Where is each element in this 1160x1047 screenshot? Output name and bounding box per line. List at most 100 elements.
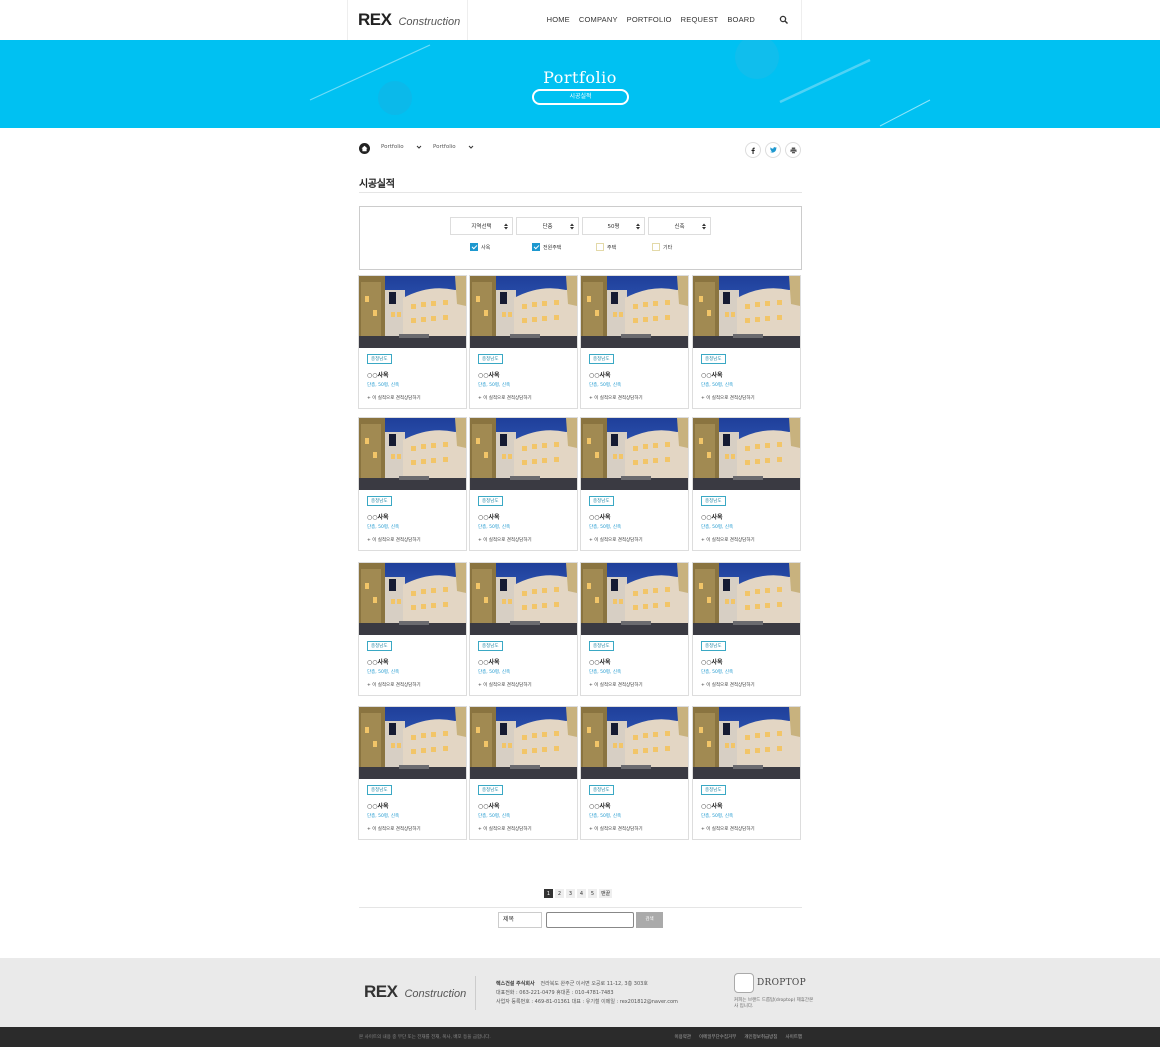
- building-photo[interactable]: [359, 276, 466, 348]
- nav-request[interactable]: REQUEST: [681, 15, 719, 24]
- floors-select[interactable]: 단층: [516, 217, 579, 235]
- estimate-link[interactable]: + 이 실적으로 견적상담하기: [701, 826, 755, 832]
- project-name[interactable]: ○○사옥: [478, 657, 500, 666]
- type-select[interactable]: 신축: [648, 217, 711, 235]
- project-name[interactable]: ○○사옥: [367, 370, 389, 379]
- building-photo[interactable]: [359, 563, 466, 635]
- region-select[interactable]: 지역선택: [450, 217, 513, 235]
- print-button[interactable]: [785, 142, 801, 158]
- building-photo[interactable]: [359, 707, 466, 779]
- checkbox-office[interactable]: [470, 243, 478, 251]
- page-1[interactable]: 1: [544, 889, 553, 898]
- project-name[interactable]: ○○사옥: [478, 801, 500, 810]
- home-icon[interactable]: [359, 143, 370, 154]
- footer-link-email-refusal[interactable]: 이메일무단수집거부: [699, 1034, 736, 1040]
- estimate-link[interactable]: + 이 실적으로 견적상담하기: [478, 682, 532, 688]
- portfolio-card[interactable]: 충청남도 ○○사옥 단층, 50평, 신축 + 이 실적으로 견적상담하기: [580, 562, 689, 696]
- check-house[interactable]: 주택: [596, 243, 616, 251]
- site-logo[interactable]: REX Construction: [358, 10, 460, 30]
- portfolio-card[interactable]: 충청남도 ○○사옥 단층, 50평, 신축 + 이 실적으로 견적상담하기: [692, 706, 801, 840]
- footer-link-privacy[interactable]: 개인정보취급방침: [744, 1034, 777, 1040]
- project-name[interactable]: ○○사옥: [701, 657, 723, 666]
- building-photo[interactable]: [470, 418, 577, 490]
- portfolio-card[interactable]: 충청남도 ○○사옥 단층, 50평, 신축 + 이 실적으로 견적상담하기: [580, 275, 689, 409]
- estimate-link[interactable]: + 이 실적으로 견적상담하기: [478, 826, 532, 832]
- building-photo[interactable]: [693, 563, 800, 635]
- nav-board[interactable]: BOARD: [727, 15, 755, 24]
- facebook-share-button[interactable]: [745, 142, 761, 158]
- project-name[interactable]: ○○사옥: [589, 512, 611, 521]
- estimate-link[interactable]: + 이 실적으로 견적상담하기: [367, 395, 421, 401]
- estimate-link[interactable]: + 이 실적으로 견적상담하기: [589, 826, 643, 832]
- footer-logo[interactable]: REX Construction: [364, 982, 466, 1002]
- page-2[interactable]: 2: [555, 889, 564, 898]
- building-photo[interactable]: [359, 418, 466, 490]
- project-name[interactable]: ○○사옥: [367, 512, 389, 521]
- portfolio-card[interactable]: 충청남도 ○○사옥 단층, 50평, 신축 + 이 실적으로 견적상담하기: [469, 417, 578, 551]
- portfolio-card[interactable]: 충청남도 ○○사옥 단층, 50평, 신축 + 이 실적으로 견적상담하기: [692, 275, 801, 409]
- building-photo[interactable]: [693, 707, 800, 779]
- portfolio-card[interactable]: 충청남도 ○○사옥 단층, 50평, 신축 + 이 실적으로 견적상담하기: [692, 562, 801, 696]
- portfolio-card[interactable]: 충청남도 ○○사옥 단층, 50평, 신축 + 이 실적으로 견적상담하기: [580, 417, 689, 551]
- breadcrumb-level1[interactable]: Portfolio: [381, 144, 422, 150]
- twitter-share-button[interactable]: [765, 142, 781, 158]
- search-field-select[interactable]: 제목: [498, 912, 542, 928]
- estimate-link[interactable]: + 이 실적으로 견적상담하기: [589, 395, 643, 401]
- portfolio-card[interactable]: 충청남도 ○○사옥 단층, 50평, 신축 + 이 실적으로 견적상담하기: [580, 706, 689, 840]
- estimate-link[interactable]: + 이 실적으로 견적상담하기: [701, 395, 755, 401]
- building-photo[interactable]: [693, 418, 800, 490]
- search-input[interactable]: [546, 912, 634, 928]
- project-name[interactable]: ○○사옥: [367, 657, 389, 666]
- search-button[interactable]: 검색: [636, 912, 663, 928]
- footer-link-sitemap[interactable]: 사이트맵: [785, 1034, 802, 1040]
- project-name[interactable]: ○○사옥: [589, 370, 611, 379]
- estimate-link[interactable]: + 이 실적으로 견적상담하기: [367, 682, 421, 688]
- portfolio-card[interactable]: 충청남도 ○○사옥 단층, 50평, 신축 + 이 실적으로 견적상담하기: [469, 275, 578, 409]
- estimate-link[interactable]: + 이 실적으로 견적상담하기: [478, 395, 532, 401]
- checkbox-etc[interactable]: [652, 243, 660, 251]
- check-office[interactable]: 사옥: [470, 243, 490, 251]
- building-photo[interactable]: [470, 707, 577, 779]
- checkbox-house[interactable]: [596, 243, 604, 251]
- project-name[interactable]: ○○사옥: [701, 512, 723, 521]
- portfolio-card[interactable]: 충청남도 ○○사옥 단층, 50평, 신축 + 이 실적으로 견적상담하기: [469, 706, 578, 840]
- portfolio-card[interactable]: 충청남도 ○○사옥 단층, 50평, 신축 + 이 실적으로 견적상담하기: [358, 562, 467, 696]
- estimate-link[interactable]: + 이 실적으로 견적상담하기: [701, 682, 755, 688]
- page-3[interactable]: 3: [566, 889, 575, 898]
- droptop-logo[interactable]: DROPTOP: [734, 973, 806, 993]
- area-select[interactable]: 50평: [582, 217, 645, 235]
- project-name[interactable]: ○○사옥: [478, 370, 500, 379]
- building-photo[interactable]: [581, 276, 688, 348]
- check-country-house[interactable]: 전원주택: [532, 243, 561, 251]
- search-icon[interactable]: [779, 15, 789, 25]
- project-name[interactable]: ○○사옥: [367, 801, 389, 810]
- project-name[interactable]: ○○사옥: [478, 512, 500, 521]
- estimate-link[interactable]: + 이 실적으로 견적상담하기: [367, 826, 421, 832]
- footer-link-terms[interactable]: 이용약관: [674, 1034, 691, 1040]
- page-last[interactable]: 맨끝: [599, 889, 613, 898]
- estimate-link[interactable]: + 이 실적으로 견적상담하기: [367, 537, 421, 543]
- portfolio-card[interactable]: 충청남도 ○○사옥 단층, 50평, 신축 + 이 실적으로 견적상담하기: [358, 275, 467, 409]
- project-name[interactable]: ○○사옥: [589, 801, 611, 810]
- estimate-link[interactable]: + 이 실적으로 견적상담하기: [589, 682, 643, 688]
- portfolio-card[interactable]: 충청남도 ○○사옥 단층, 50평, 신축 + 이 실적으로 견적상담하기: [358, 706, 467, 840]
- portfolio-card[interactable]: 충청남도 ○○사옥 단층, 50평, 신축 + 이 실적으로 견적상담하기: [469, 562, 578, 696]
- portfolio-card[interactable]: 충청남도 ○○사옥 단층, 50평, 신축 + 이 실적으로 견적상담하기: [692, 417, 801, 551]
- nav-portfolio[interactable]: PORTFOLIO: [627, 15, 672, 24]
- project-name[interactable]: ○○사옥: [589, 657, 611, 666]
- estimate-link[interactable]: + 이 실적으로 견적상담하기: [478, 537, 532, 543]
- building-photo[interactable]: [470, 276, 577, 348]
- building-photo[interactable]: [693, 276, 800, 348]
- checkbox-country-house[interactable]: [532, 243, 540, 251]
- project-name[interactable]: ○○사옥: [701, 801, 723, 810]
- breadcrumb-level2[interactable]: Portfolio: [433, 144, 474, 150]
- building-photo[interactable]: [581, 563, 688, 635]
- check-etc[interactable]: 기타: [652, 243, 672, 251]
- portfolio-card[interactable]: 충청남도 ○○사옥 단층, 50평, 신축 + 이 실적으로 견적상담하기: [358, 417, 467, 551]
- building-photo[interactable]: [581, 418, 688, 490]
- building-photo[interactable]: [581, 707, 688, 779]
- nav-company[interactable]: COMPANY: [579, 15, 618, 24]
- estimate-link[interactable]: + 이 실적으로 견적상담하기: [701, 537, 755, 543]
- project-name[interactable]: ○○사옥: [701, 370, 723, 379]
- building-photo[interactable]: [470, 563, 577, 635]
